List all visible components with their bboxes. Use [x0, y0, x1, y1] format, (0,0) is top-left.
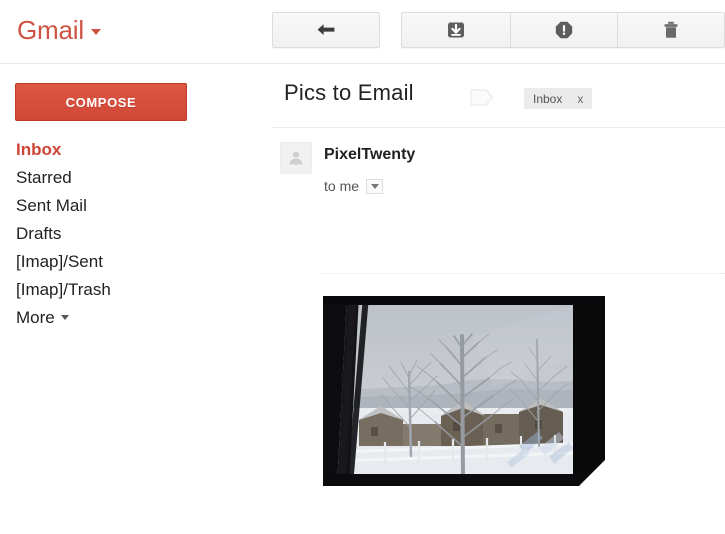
sidebar-item-label: [Imap]/Sent — [16, 252, 103, 271]
compose-button-label: COMPOSE — [65, 94, 137, 110]
message-body-divider — [320, 273, 725, 274]
sidebar-item-label: More — [16, 308, 55, 327]
sidebar-item-label: Sent Mail — [16, 196, 87, 215]
chevron-down-icon — [60, 315, 69, 320]
attachment-photo-image — [323, 296, 605, 486]
chevron-down-icon — [370, 183, 379, 189]
toolbar-group-actions — [401, 12, 725, 48]
label-tag-icon[interactable] — [470, 89, 494, 106]
delete-button[interactable] — [617, 13, 724, 47]
compose-button[interactable]: COMPOSE — [15, 83, 187, 121]
sidebar-item-starred[interactable]: Starred — [0, 164, 262, 192]
report-spam-icon — [555, 21, 573, 39]
winter-window-photo — [323, 296, 605, 486]
toolbar-group-navigation — [272, 12, 380, 48]
back-button[interactable] — [273, 13, 379, 47]
attachment-photo[interactable] — [323, 296, 605, 486]
gmail-logo[interactable]: Gmail — [17, 15, 101, 45]
person-avatar-icon — [289, 151, 303, 165]
sidebar-item-imap-trash[interactable]: [Imap]/Trash — [0, 276, 262, 304]
folder-list: Inbox Starred Sent Mail Drafts [Imap]/Se… — [0, 136, 262, 332]
sidebar-item-label: [Imap]/Trash — [16, 280, 111, 299]
back-arrow-icon — [317, 24, 335, 35]
message-pane: Pics to Email Inbox x PixelTwenty to me — [262, 64, 725, 534]
sidebar-item-label: Starred — [16, 168, 72, 187]
label-chip-inbox[interactable]: Inbox x — [524, 88, 593, 109]
sidebar-item-inbox[interactable]: Inbox — [0, 136, 262, 164]
sidebar-item-sent-mail[interactable]: Sent Mail — [0, 192, 262, 220]
trash-icon — [664, 21, 678, 38]
sidebar-item-label: Drafts — [16, 224, 62, 243]
recipient-line: to me — [324, 177, 384, 195]
archive-icon — [448, 22, 464, 38]
recipient-text: to me — [324, 178, 360, 194]
gmail-logo-text: Gmail — [17, 15, 84, 45]
archive-button[interactable] — [402, 13, 510, 47]
message-details-button[interactable] — [366, 178, 384, 194]
subject-row: Pics to Email Inbox x — [262, 64, 725, 128]
sidebar: COMPOSE Inbox Starred Sent Mail Drafts [… — [0, 64, 262, 534]
report-spam-button[interactable] — [510, 13, 617, 47]
label-chip-text: Inbox — [533, 91, 563, 106]
top-header: Gmail — [0, 0, 725, 64]
chevron-down-icon[interactable] — [90, 29, 101, 35]
sidebar-item-imap-sent[interactable]: [Imap]/Sent — [0, 248, 262, 276]
sidebar-item-more[interactable]: More — [0, 304, 262, 332]
sidebar-item-drafts[interactable]: Drafts — [0, 220, 262, 248]
subject-divider — [272, 127, 725, 128]
avatar — [280, 142, 312, 174]
sidebar-item-label: Inbox — [16, 140, 62, 159]
message-header: PixelTwenty to me — [262, 139, 725, 209]
label-chip-remove-button[interactable]: x — [577, 92, 583, 106]
sender-name: PixelTwenty — [324, 146, 416, 163]
page-title: Pics to Email — [284, 80, 414, 105]
photo-fold-corner — [579, 460, 605, 486]
